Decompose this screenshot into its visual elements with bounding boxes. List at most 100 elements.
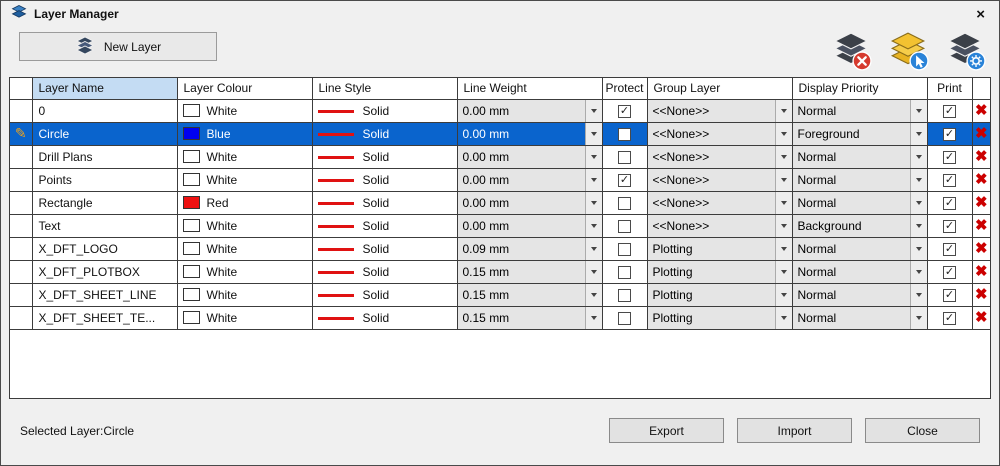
layer-colour-cell[interactable]: White — [177, 306, 313, 330]
protect-checkbox[interactable] — [618, 242, 631, 256]
chevron-down-icon[interactable] — [584, 191, 601, 213]
chevron-down-icon[interactable] — [774, 168, 791, 190]
line-weight-select[interactable]: 0.15 mm — [457, 306, 601, 328]
group-layer-select[interactable]: <<None>> — [647, 99, 791, 121]
delete-row-icon[interactable]: ✖ — [975, 171, 988, 188]
chevron-down-icon[interactable] — [584, 122, 601, 144]
protect-checkbox[interactable] — [618, 265, 631, 279]
delete-row-icon[interactable]: ✖ — [975, 309, 988, 326]
display-priority-select[interactable]: Normal — [792, 145, 926, 167]
chevron-down-icon[interactable] — [774, 214, 791, 236]
select-layers-button[interactable] — [886, 28, 930, 75]
line-style-cell[interactable]: Solid — [312, 99, 458, 123]
line-weight-select[interactable]: 0.00 mm — [457, 145, 601, 167]
col-header-line-style[interactable]: Line Style — [312, 78, 458, 100]
print-checkbox[interactable]: ✓ — [943, 311, 956, 325]
chevron-down-icon[interactable] — [909, 99, 926, 121]
chevron-down-icon[interactable] — [909, 191, 926, 213]
print-checkbox[interactable]: ✓ — [943, 127, 956, 141]
display-priority-select[interactable]: Normal — [792, 237, 926, 259]
display-priority-select[interactable]: Normal — [792, 283, 926, 305]
line-weight-select[interactable]: 0.00 mm — [457, 122, 601, 144]
line-weight-select[interactable]: 0.15 mm — [457, 260, 601, 282]
chevron-down-icon[interactable] — [584, 99, 601, 121]
layer-name-cell[interactable]: Circle — [32, 122, 178, 146]
print-checkbox[interactable]: ✓ — [943, 104, 956, 118]
delete-layers-button[interactable] — [829, 28, 873, 75]
line-weight-select[interactable]: 0.09 mm — [457, 237, 601, 259]
group-layer-select[interactable]: <<None>> — [647, 191, 791, 213]
group-layer-select[interactable]: Plotting — [647, 237, 791, 259]
layer-colour-cell[interactable]: White — [177, 260, 313, 284]
line-style-cell[interactable]: Solid — [312, 283, 458, 307]
print-checkbox[interactable]: ✓ — [943, 219, 956, 233]
line-style-cell[interactable]: Solid — [312, 260, 458, 284]
protect-checkbox[interactable] — [618, 196, 631, 210]
col-header-protect[interactable]: Protect — [602, 78, 648, 100]
group-layer-select[interactable]: <<None>> — [647, 145, 791, 167]
chevron-down-icon[interactable] — [774, 260, 791, 282]
display-priority-select[interactable]: Normal — [792, 260, 926, 282]
layer-colour-cell[interactable]: White — [177, 168, 313, 192]
print-checkbox[interactable]: ✓ — [943, 288, 956, 302]
layer-name-cell[interactable]: X_DFT_PLOTBOX — [32, 260, 178, 284]
chevron-down-icon[interactable] — [584, 306, 601, 328]
export-button[interactable]: Export — [609, 418, 724, 443]
group-layer-select[interactable]: <<None>> — [647, 168, 791, 190]
chevron-down-icon[interactable] — [774, 191, 791, 213]
close-icon[interactable]: × — [972, 7, 989, 22]
new-layer-button[interactable]: New Layer — [19, 32, 217, 61]
table-row[interactable]: Text White Solid 0.00 mm <<None>> Background ✓… — [10, 214, 990, 238]
layer-colour-cell[interactable]: White — [177, 283, 313, 307]
layer-name-cell[interactable]: Text — [32, 214, 178, 238]
table-row[interactable]: Drill Plans White Solid 0.00 mm <<None>> Norm… — [10, 145, 990, 169]
delete-row-icon[interactable]: ✖ — [975, 194, 988, 211]
protect-checkbox[interactable] — [618, 127, 631, 141]
display-priority-select[interactable]: Normal — [792, 306, 926, 328]
chevron-down-icon[interactable] — [909, 283, 926, 305]
line-style-cell[interactable]: Solid — [312, 168, 458, 192]
chevron-down-icon[interactable] — [909, 237, 926, 259]
line-style-cell[interactable]: Solid — [312, 214, 458, 238]
chevron-down-icon[interactable] — [584, 168, 601, 190]
layer-name-cell[interactable]: Rectangle — [32, 191, 178, 215]
layer-colour-cell[interactable]: White — [177, 145, 313, 169]
chevron-down-icon[interactable] — [909, 168, 926, 190]
close-button[interactable]: Close — [865, 418, 980, 443]
table-row[interactable]: X_DFT_PLOTBOX White Solid 0.15 mm Plotting No… — [10, 260, 990, 284]
layer-name-cell[interactable]: Points — [32, 168, 178, 192]
chevron-down-icon[interactable] — [584, 260, 601, 282]
layer-name-cell[interactable]: X_DFT_SHEET_TE... — [32, 306, 178, 330]
delete-row-icon[interactable]: ✖ — [975, 125, 988, 142]
chevron-down-icon[interactable] — [584, 145, 601, 167]
protect-checkbox[interactable] — [618, 219, 631, 233]
layer-name-cell[interactable]: Drill Plans — [32, 145, 178, 169]
chevron-down-icon[interactable] — [909, 306, 926, 328]
display-priority-select[interactable]: Background — [792, 214, 926, 236]
layer-colour-cell[interactable]: Blue — [177, 122, 313, 146]
delete-row-icon[interactable]: ✖ — [975, 102, 988, 119]
display-priority-select[interactable]: Normal — [792, 168, 926, 190]
chevron-down-icon[interactable] — [774, 122, 791, 144]
chevron-down-icon[interactable] — [909, 260, 926, 282]
chevron-down-icon[interactable] — [584, 214, 601, 236]
table-row[interactable]: ✎ Circle Blue Solid 0.00 mm <<None>> Foregroun… — [10, 122, 990, 146]
col-header-display-priority[interactable]: Display Priority — [792, 78, 928, 100]
line-weight-select[interactable]: 0.00 mm — [457, 191, 601, 213]
chevron-down-icon[interactable] — [774, 283, 791, 305]
table-row[interactable]: X_DFT_LOGO White Solid 0.09 mm Plotting Norma… — [10, 237, 990, 261]
col-header-layer-colour[interactable]: Layer Colour — [177, 78, 313, 100]
layer-name-cell[interactable]: X_DFT_LOGO — [32, 237, 178, 261]
col-header-group-layer[interactable]: Group Layer — [647, 78, 793, 100]
protect-checkbox[interactable]: ✓ — [618, 173, 631, 187]
protect-checkbox[interactable]: ✓ — [618, 104, 631, 118]
print-checkbox[interactable]: ✓ — [943, 196, 956, 210]
delete-row-icon[interactable]: ✖ — [975, 286, 988, 303]
line-style-cell[interactable]: Solid — [312, 191, 458, 215]
print-checkbox[interactable]: ✓ — [943, 265, 956, 279]
display-priority-select[interactable]: Normal — [792, 191, 926, 213]
line-style-cell[interactable]: Solid — [312, 237, 458, 261]
chevron-down-icon[interactable] — [774, 306, 791, 328]
display-priority-select[interactable]: Normal — [792, 99, 926, 121]
chevron-down-icon[interactable] — [584, 283, 601, 305]
